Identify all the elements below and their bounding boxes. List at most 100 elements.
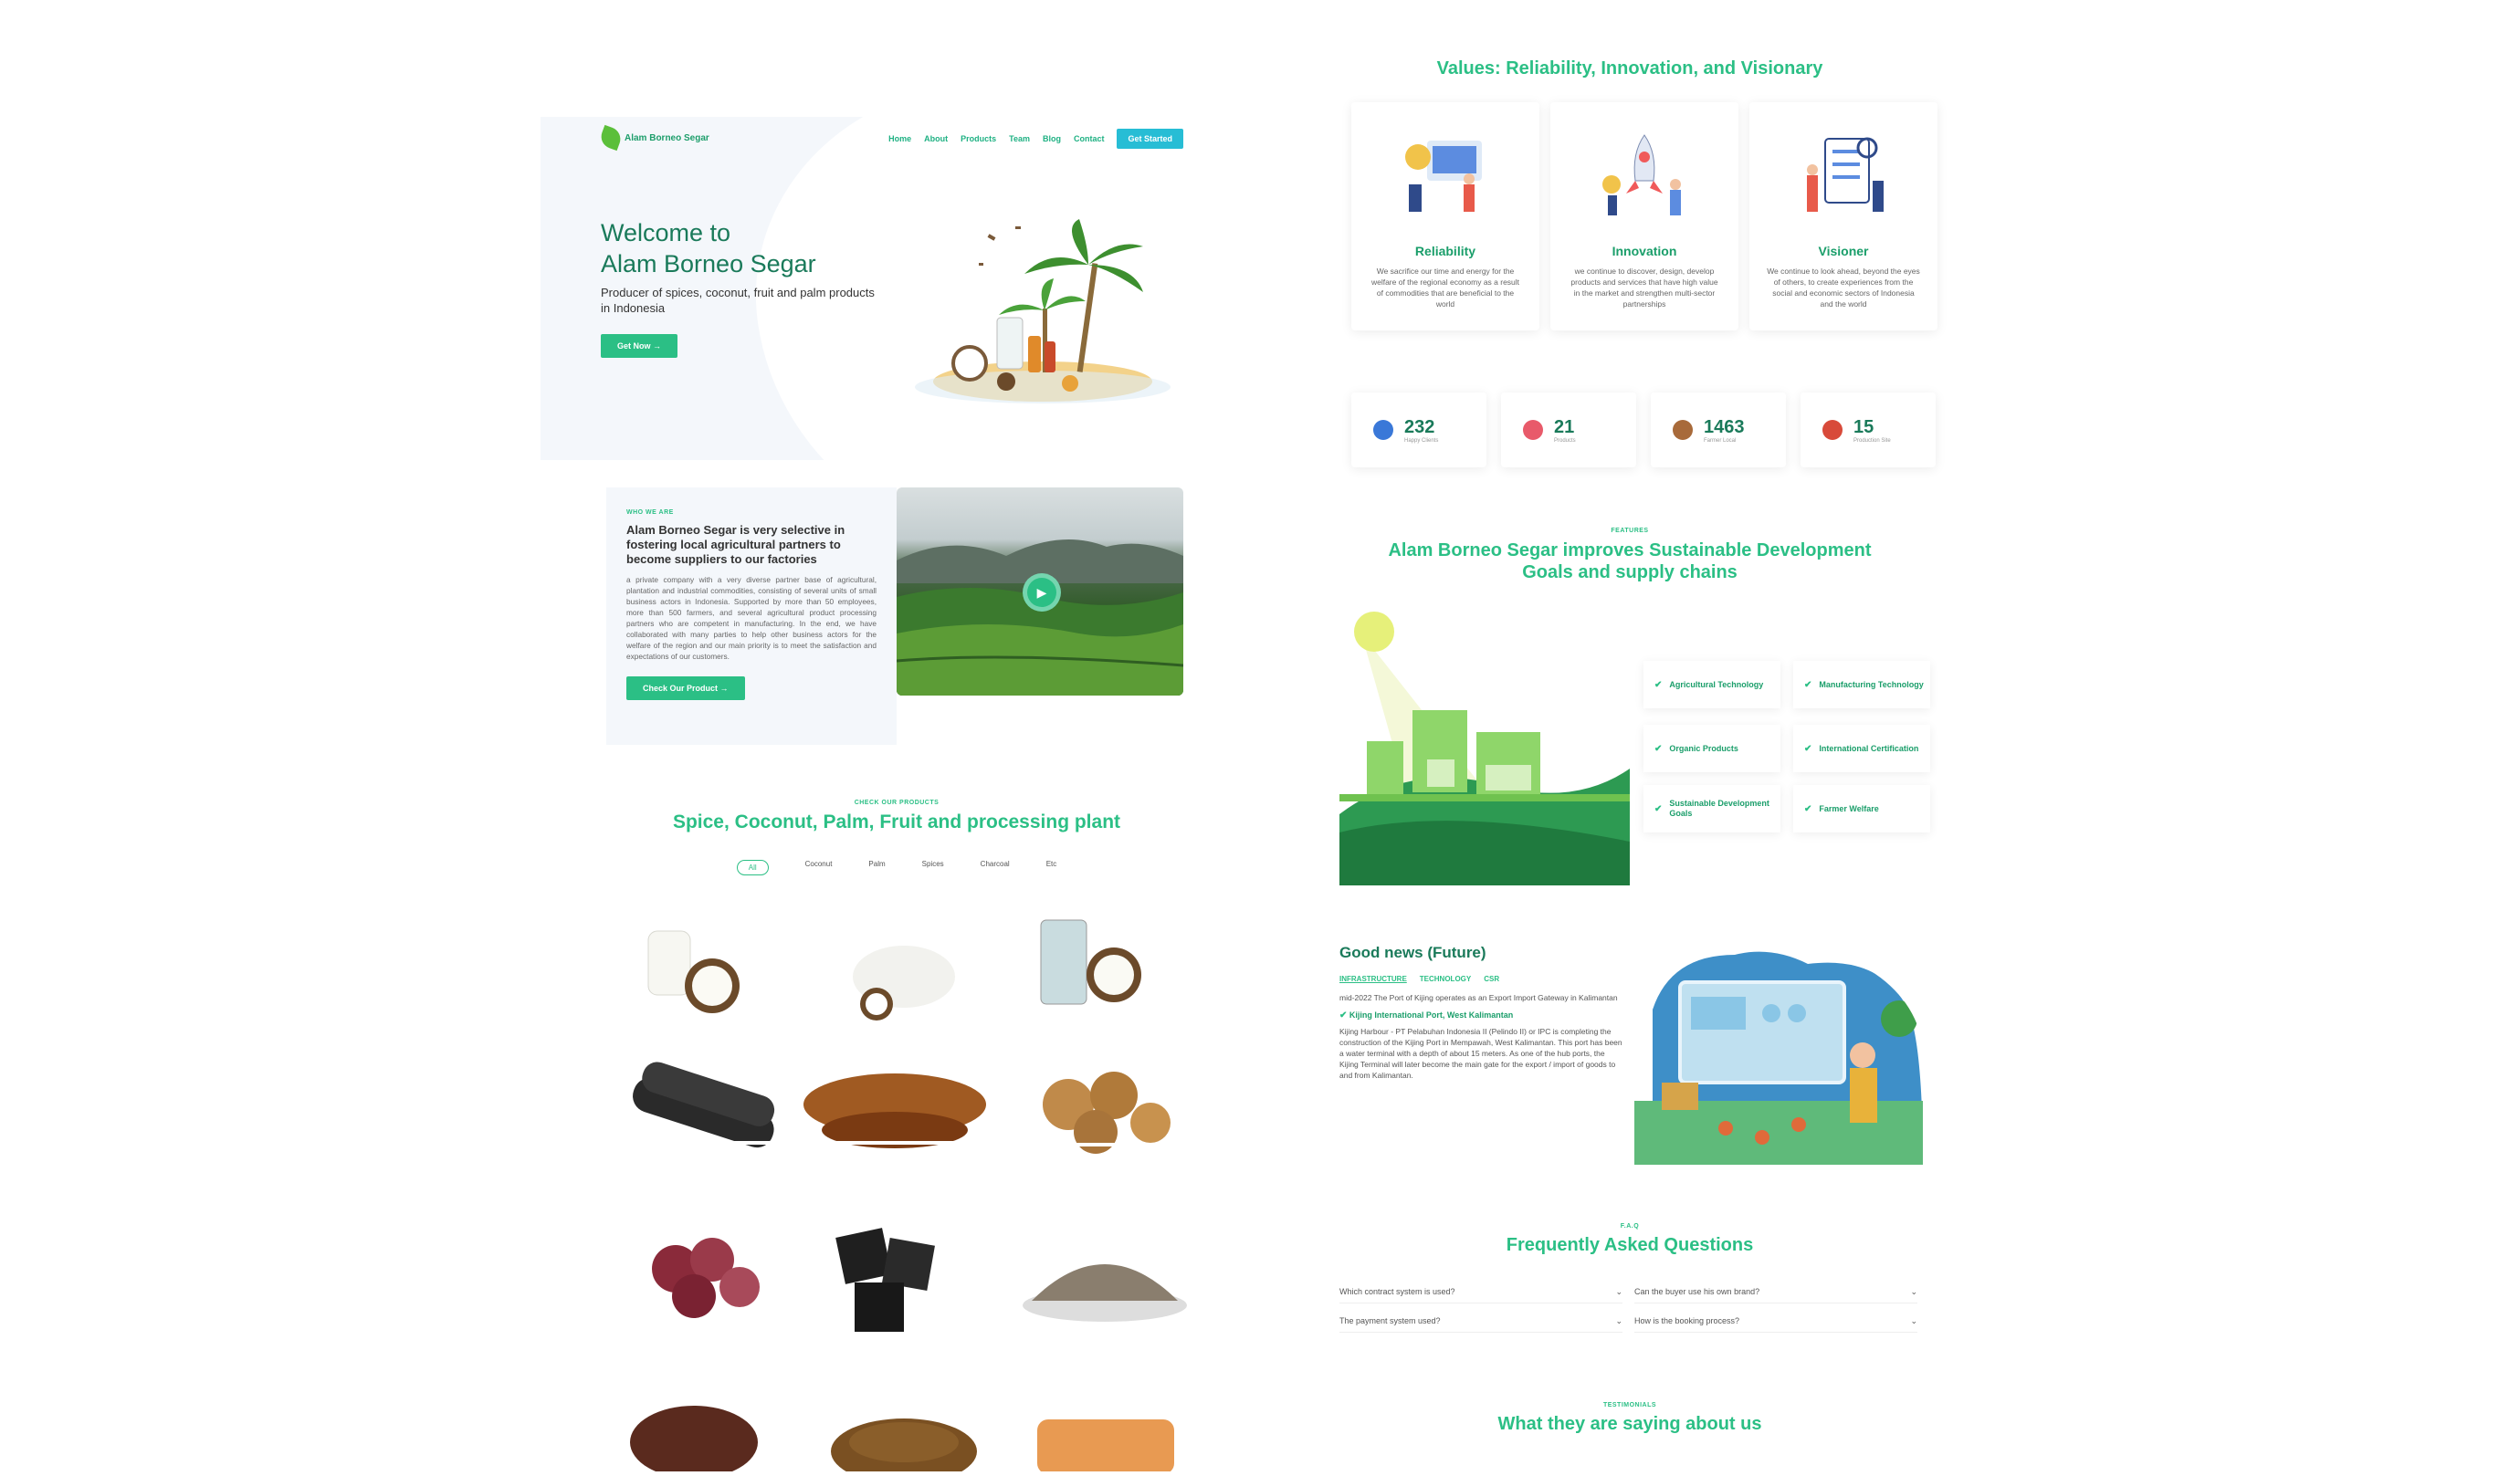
get-now-button[interactable]: Get Now → (601, 334, 678, 358)
nav-products[interactable]: Products (961, 134, 996, 143)
feature-label: Sustainable Development Goals (1669, 799, 1769, 818)
spice-powder-product[interactable] (831, 1418, 977, 1476)
leaf-logo-icon (597, 124, 625, 152)
chevron-down-icon: ⌄ (1615, 1287, 1622, 1296)
tab-technology[interactable]: TECHNOLOGY (1420, 975, 1471, 983)
play-icon: ▶ (1036, 584, 1047, 600)
reliability-illustration (1405, 141, 1482, 212)
check-icon: ✔ (1654, 679, 1663, 690)
filter-palm[interactable]: Palm (868, 860, 885, 875)
tab-infrastructure[interactable]: INFRASTRUCTURE (1339, 975, 1407, 983)
feature-label: Organic Products (1669, 743, 1738, 753)
charcoal-cube-product[interactable] (835, 1228, 935, 1332)
stat-production-site: 15 Production Site (1801, 393, 1936, 467)
video-thumbnail[interactable]: ▶ (897, 487, 1183, 696)
nav-about[interactable]: About (924, 134, 948, 143)
value-card-reliability: Reliability We sacrifice our time and en… (1351, 102, 1539, 330)
get-started-button[interactable]: Get Started (1117, 129, 1183, 149)
product-grid (621, 913, 1205, 1476)
products-heading: Spice, Coconut, Palm, Fruit and processi… (672, 811, 1121, 832)
check-icon: ✔ (1804, 743, 1812, 754)
check-product-button[interactable]: Check Our Product → (626, 676, 745, 700)
features-heading-line1: Alam Borneo Segar improves Sustainable D… (1388, 540, 1872, 560)
stat-label: Happy Clients (1404, 437, 1439, 444)
innovation-rocket-illustration (1602, 134, 1681, 215)
filter-all[interactable]: All (736, 860, 769, 875)
testimonials-eyebrow: TESTIMONIALS (1602, 1402, 1657, 1408)
faq-item[interactable]: The payment system used? ⌄ (1339, 1316, 1622, 1333)
filter-spices[interactable]: Spices (922, 860, 944, 875)
feature-farmer-welfare: ✔ Farmer Welfare (1793, 785, 1930, 832)
nav-blog[interactable]: Blog (1043, 134, 1061, 143)
value-text-innovation: we continue to discover, design, develop… (1570, 267, 1718, 309)
feature-label: International Certification (1819, 743, 1919, 753)
powder-product[interactable] (1023, 1264, 1187, 1322)
charcoal-briquette-product[interactable] (628, 1058, 778, 1151)
check-icon: ✔ (1654, 743, 1663, 754)
stat-label: Products (1554, 437, 1576, 444)
faq-item[interactable]: How is the booking process? ⌄ (1634, 1316, 1917, 1333)
feature-organic-products: ✔ Organic Products (1643, 725, 1780, 772)
feature-international-certification: ✔ International Certification (1793, 725, 1930, 772)
news-heading: Good news (Future) (1339, 944, 1486, 961)
tamarind-product[interactable] (803, 1073, 986, 1148)
stat-number: 15 (1853, 416, 1874, 437)
nav-home[interactable]: Home (888, 134, 911, 143)
filter-charcoal[interactable]: Charcoal (981, 860, 1010, 875)
news-section: Good news (Future) INFRASTRUCTURE TECHNO… (1339, 944, 1622, 1081)
coconut-milk-product[interactable] (647, 930, 740, 1013)
faq-item[interactable]: Can the buyer use his own brand? ⌄ (1634, 1287, 1917, 1303)
nav-contact[interactable]: Contact (1074, 134, 1105, 143)
check-icon: ✔ (1804, 803, 1812, 814)
faq-question: How is the booking process? (1634, 1316, 1740, 1325)
testimonials-header: TESTIMONIALS What they are saying about … (1351, 1402, 1908, 1435)
green-city-illustration (1339, 612, 1630, 885)
stat-number: 1463 (1704, 416, 1745, 437)
about-body: a private company with a very diverse pa… (626, 575, 877, 661)
hero-title-line1: Welcome to (601, 219, 731, 246)
tab-csr[interactable]: CSR (1484, 975, 1499, 983)
faq-question: The payment system used? (1339, 1316, 1441, 1325)
brand-logo[interactable]: Alam Borneo Segar (597, 124, 709, 152)
news-tabs: INFRASTRUCTURE TECHNOLOGY CSR (1339, 975, 1622, 983)
desiccated-coconut-product[interactable] (853, 946, 955, 1021)
feature-manufacturing-technology: ✔ Manufacturing Technology (1793, 661, 1930, 708)
hero-island-illustration (915, 219, 1171, 403)
nutmeg-product[interactable] (1032, 1072, 1187, 1154)
nav-team[interactable]: Team (1009, 134, 1030, 143)
chevron-down-icon: ⌄ (1615, 1316, 1622, 1325)
value-text-reliability: We sacrifice our time and energy for the… (1370, 267, 1520, 309)
chevron-down-icon: ⌄ (1910, 1287, 1917, 1296)
feature-label: Manufacturing Technology (1819, 679, 1924, 689)
about-eyebrow: WHO WE ARE (626, 509, 674, 516)
faq-item[interactable]: Which contract system is used? ⌄ (1339, 1287, 1622, 1303)
feature-agricultural-technology: ✔ Agricultural Technology (1643, 661, 1780, 708)
filter-coconut[interactable]: Coconut (805, 860, 833, 875)
coconut-fiber-product[interactable] (1037, 1419, 1174, 1474)
feature-sdg: ✔ Sustainable Development Goals (1643, 785, 1780, 832)
coconut-oil-product[interactable] (1040, 919, 1141, 1005)
feature-label: Agricultural Technology (1669, 679, 1764, 689)
location-pin-icon (1822, 420, 1843, 440)
stat-happy-clients: 232 Happy Clients (1351, 393, 1486, 467)
values-heading: Values: Reliability, Innovation, and Vis… (1436, 58, 1823, 79)
features-heading: Alam Borneo Segar improves Sustainable D… (1351, 539, 1908, 583)
products-header: CHECK OUR PRODUCTS Spice, Coconut, Palm,… (541, 800, 1253, 833)
cloves-product[interactable] (630, 1406, 758, 1476)
filter-etc[interactable]: Etc (1046, 860, 1057, 875)
stat-farmer-local: 1463 Farmer Local (1651, 393, 1786, 467)
farmer-icon (1673, 420, 1693, 440)
shallots-product[interactable] (652, 1238, 760, 1318)
faq-question: Can the buyer use his own brand? (1634, 1287, 1760, 1296)
features-eyebrow: FEATURES (1611, 528, 1649, 534)
feature-label: Farmer Welfare (1819, 803, 1879, 813)
check-icon: ✔ (1804, 679, 1812, 690)
chevron-down-icon: ⌄ (1910, 1316, 1917, 1325)
values-header: Values: Reliability, Innovation, and Vis… (1351, 58, 1908, 79)
value-card-visioner: Visioner We continue to look ahead, beyo… (1749, 102, 1937, 330)
stat-label: Farmer Local (1704, 437, 1737, 444)
play-video-button[interactable]: ▶ (1023, 573, 1061, 612)
testimonials-heading: What they are saying about us (1497, 1414, 1762, 1434)
hero-subtitle: Producer of spices, coconut, fruit and p… (601, 286, 875, 315)
hero-title-line2: Alam Borneo Segar (601, 250, 816, 277)
